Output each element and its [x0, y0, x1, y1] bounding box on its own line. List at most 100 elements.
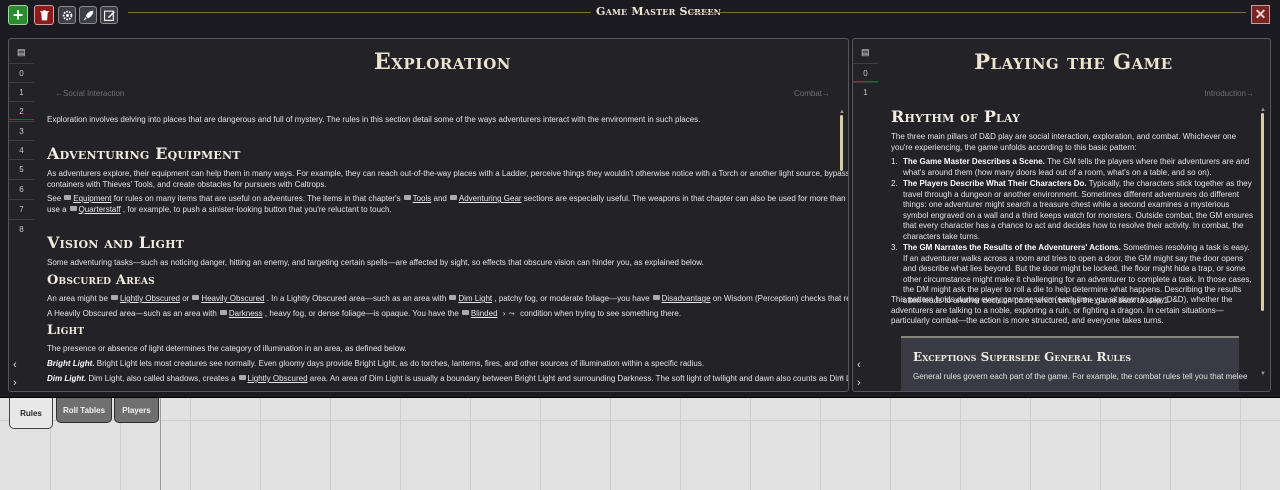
scrollbar-thumb[interactable] — [1261, 113, 1264, 311]
toc-item[interactable]: 3 — [9, 121, 34, 140]
close-icon[interactable]: ✕ — [1251, 5, 1270, 24]
prev-page-icon[interactable]: ‹ — [857, 359, 861, 371]
page-title: Exploration — [373, 49, 512, 75]
condition-icon — [192, 295, 200, 300]
disadvantage-link[interactable]: Disadvantage — [662, 294, 711, 303]
next-page-icon[interactable]: › — [13, 377, 17, 389]
condition-icon — [449, 295, 457, 300]
tab-roll-tables[interactable]: Roll Tables — [56, 398, 112, 423]
equip-use-line: use a Quarterstaff , for example, to push… — [47, 204, 392, 215]
bright-light-text: Bright Light. Bright Light lets most cre… — [47, 358, 704, 369]
book-icon — [403, 195, 411, 200]
toc-item[interactable]: 1 — [9, 82, 34, 101]
prev-section-link[interactable]: ←Social Interaction — [55, 89, 124, 98]
rules-content: Exploration ←Social Interaction Combat→ … — [47, 39, 848, 391]
scroll-up-icon[interactable]: ▲ — [839, 109, 845, 115]
trash-icon[interactable] — [34, 5, 54, 25]
scroll-down-icon[interactable]: ▼ — [1260, 371, 1266, 377]
quarterstaff-link[interactable]: Quarterstaff — [79, 205, 121, 214]
item-icon — [69, 206, 77, 211]
plus-icon[interactable]: + — [8, 5, 28, 25]
next-page-icon[interactable]: › — [857, 377, 861, 389]
text: Bright Light lets most creatures see nor… — [96, 359, 705, 368]
gm-screen-window: + Game Master Screen ✕ ▤ 0 1 2 3 4 5 6 7 — [0, 0, 1280, 398]
bright-light-label: Bright Light. — [47, 359, 95, 368]
toc-item[interactable]: 4 — [9, 140, 34, 159]
toc-item[interactable]: 5 — [9, 159, 34, 178]
tab-players[interactable]: Players — [114, 398, 159, 423]
step-label: The Players Describe What Their Characte… — [903, 179, 1087, 188]
edit-icon[interactable] — [100, 6, 118, 24]
gear-icon[interactable] — [58, 6, 76, 24]
toc-sidebar: ▤ 0 1 ‹ › — [853, 39, 878, 391]
book-icon — [449, 195, 457, 200]
top-bar: + Game Master Screen ✕ — [0, 0, 1280, 30]
toc-item[interactable]: 0 — [9, 63, 34, 82]
equipment-link[interactable]: Equipment — [73, 194, 111, 203]
next-section-link[interactable]: Introduction→ — [1204, 89, 1254, 98]
equip-text-line1: As adventurers explore, their equipment … — [47, 169, 849, 178]
adventuring-gear-link[interactable]: Adventuring Gear — [459, 194, 522, 203]
text: or — [182, 294, 190, 303]
toc-item[interactable]: 6 — [9, 179, 34, 198]
list-item: 2. The Players Describe What Their Chara… — [891, 179, 1253, 242]
rocket-icon[interactable] — [79, 6, 97, 24]
chevron-right-icon[interactable]: › — [503, 309, 506, 318]
text: See — [47, 194, 62, 203]
toc-item[interactable]: 7 — [9, 199, 34, 218]
toc-sidebar: ▤ 0 1 2 3 4 5 6 7 8 ‹ › — [9, 39, 34, 391]
toc-icon[interactable]: ▤ — [861, 47, 871, 57]
text: An area might be — [47, 294, 108, 303]
box-title: Exceptions Supersede General Rules — [913, 350, 1131, 364]
scroll-up-icon[interactable]: ▲ — [1260, 107, 1266, 113]
step-label: The GM Narrates the Results of the Adven… — [903, 243, 1121, 252]
roll-icon[interactable]: ⤳ — [508, 309, 514, 318]
toc-item-active[interactable]: 2 — [9, 101, 34, 120]
dim-light-text: Dim Light. Dim Light, also called shadow… — [47, 373, 849, 384]
box-text: General rules govern each part of the ga… — [913, 372, 1248, 381]
prev-page-icon[interactable]: ‹ — [13, 359, 17, 371]
text: , patchy fog, or moderate foliage—you ha… — [494, 294, 650, 303]
text: . In a Lightly Obscured area—such as an … — [266, 294, 447, 303]
obscured-line2: A Heavily Obscured area—such as an area … — [47, 308, 681, 319]
heading-obscured-areas: Obscured Areas — [47, 273, 155, 288]
text: area. An area of Dim Light is usually a … — [309, 374, 849, 383]
blinded-link[interactable]: Blinded — [471, 309, 498, 318]
darkness-link[interactable]: Darkness — [229, 309, 263, 318]
condition-icon — [461, 310, 469, 315]
text: on Wisdom (Perception) checks that rely … — [712, 294, 848, 303]
text: use a — [47, 205, 67, 214]
lightly-obscured-link[interactable]: Lightly Obscured — [248, 374, 308, 383]
step-text: Typically, the characters stick together… — [903, 179, 1253, 241]
toc-item[interactable]: 1 — [853, 82, 878, 101]
next-section-link[interactable]: Combat→ — [794, 89, 830, 98]
scrollbar-thumb[interactable] — [840, 115, 843, 171]
dim-light-link[interactable]: Dim Light — [458, 294, 492, 303]
vision-text: Some adventuring tasks—such as noticing … — [47, 258, 704, 267]
equip-see-line: See Equipment for rules on many items tha… — [47, 193, 848, 204]
dim-light-label: Dim Light. — [47, 374, 87, 383]
lightly-obscured-link[interactable]: Lightly Obscured — [120, 294, 180, 303]
toc-item[interactable]: 8 — [9, 219, 34, 238]
page-title: Playing the Game — [974, 49, 1173, 74]
tools-link[interactable]: Tools — [413, 194, 432, 203]
tab-rules[interactable]: Rules — [9, 398, 53, 429]
toc-item-active[interactable]: 0 — [853, 63, 878, 82]
text: condition when trying to see something t… — [520, 309, 682, 318]
rhythm-steps: 1. The Game Master Describes a Scene. Th… — [891, 157, 1253, 306]
text: A Heavily Obscured area—such as an area … — [47, 309, 217, 318]
rhythm-intro: The three main pillars of D&D play are s… — [891, 132, 1237, 152]
text: , for example, to push a sinister-lookin… — [122, 205, 392, 214]
text: Dim Light, also called shadows, creates … — [88, 374, 236, 383]
title-rule-right — [690, 12, 1246, 13]
toc-icon[interactable]: ▤ — [17, 47, 27, 57]
heavily-obscured-link[interactable]: Heavily Obscured — [201, 294, 264, 303]
title-rule-left — [128, 12, 591, 13]
heading-adventuring-equipment: Adventuring Equipment — [47, 144, 241, 163]
heading-vision-and-light: Vision and Light — [47, 233, 185, 252]
text: sections are especially useful. The weap… — [523, 194, 848, 203]
condition-icon — [238, 375, 246, 380]
obscured-line1: An area might be Lightly Obscured or Heavi… — [47, 293, 848, 304]
scroll-down-icon[interactable]: ▼ — [839, 375, 845, 381]
pattern-text: This pattern holds during every game ses… — [891, 295, 1233, 325]
